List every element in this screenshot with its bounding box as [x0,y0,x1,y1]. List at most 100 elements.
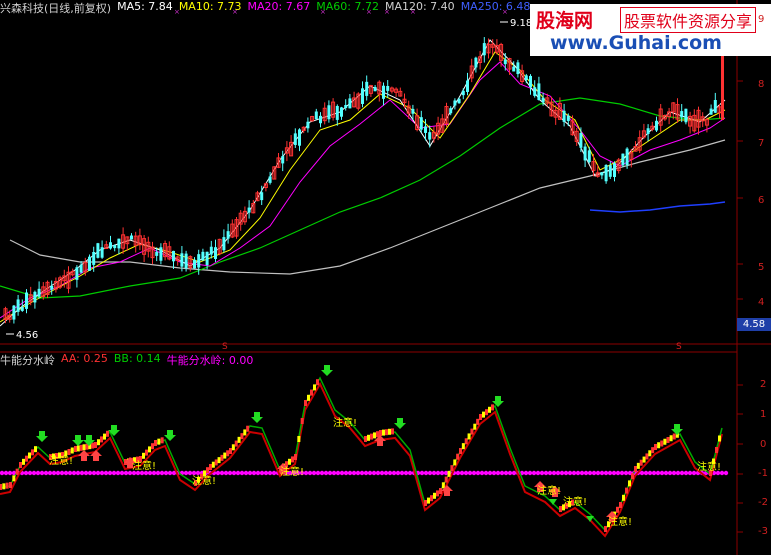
indicator-panel-header: 牛能分水岭 AA: 0.25 BB: 0.14 牛能分水岭: 0.00 [0,352,259,368]
aa-rising-segment [148,446,151,453]
candle-body-down [109,242,112,249]
candle-body-down [348,98,352,109]
aa-rising-segment [9,482,12,488]
zero-line-dot [63,470,69,476]
zero-line-dot [91,470,97,476]
aa-rising-segment [456,453,460,460]
zero-line-dot [347,470,353,476]
candle-body-down [537,83,541,101]
zero-line-dot [375,470,381,476]
zero-line-dot [427,470,433,476]
aa-rising-segment [76,445,80,452]
candle-body-down [684,108,688,123]
zero-line-dot [167,470,173,476]
zero-line-dot [115,470,121,476]
aa-rising-segment [461,443,465,450]
ma250-line [589,201,726,213]
aa-rising-segment [25,455,28,462]
zero-line-dot [351,470,357,476]
zero-line-dot [607,470,613,476]
zero-line-dot [323,470,329,476]
zero-line-dot [443,470,449,476]
aa-rising-segment [464,438,468,445]
zero-line-dot [483,470,489,476]
aa-rising-segment [444,476,448,483]
zero-line-dot [623,470,629,476]
zero-line-dot [647,470,653,476]
aa-rising-segment [237,436,241,443]
candle-body-down [12,305,16,320]
zero-line-dot [51,470,57,476]
zero-line-dot [539,470,545,476]
aa-rising-segment [645,453,649,460]
candle-body-down [214,247,217,259]
aa-rising-segment [470,428,474,435]
aa-rising-segment [243,429,247,436]
aa-rising-segment [151,443,154,450]
zero-line-dot [235,470,241,476]
zero-line-dot [615,470,621,476]
candle-body-down [533,87,537,96]
aa-rising-segment [157,438,161,445]
aa-rising-segment [223,452,227,459]
aa-rising-segment [220,454,224,461]
zero-line-dot [439,470,445,476]
candle-body-down [449,108,453,114]
caution-label: 注意! [537,484,561,497]
zero-line-dot [223,470,229,476]
zero-line-dot [603,470,609,476]
stock-title: 兴森科技(日线,前复权) [0,2,112,15]
ind-tick-1: 1 [760,409,767,420]
zero-line-dot [67,470,73,476]
aa-rising-segment [441,482,445,489]
aa-rising-segment [619,502,622,508]
aa-rising-segment [231,444,235,451]
zero-line-dot [111,470,117,476]
candle-body-down [386,85,390,91]
candle-body-down [113,245,117,249]
zero-line-dot [191,470,197,476]
zero-line-dot [667,470,673,476]
aa-rising-segment [304,400,307,406]
aa-rising-segment [28,452,31,459]
zero-line-dot [239,470,245,476]
candle-body-down [713,99,717,113]
candle-body-down [319,115,322,124]
zero-line-dot [251,470,257,476]
candle-body-down [117,238,121,249]
candle-body-down [419,117,423,130]
zero-line-dot [363,470,369,476]
aa-rising-segment [367,434,370,441]
ma5-value: MA5: 7.84 [117,0,173,13]
zero-line-dot [123,470,129,476]
zero-line-dot [687,470,693,476]
candle-body-down [298,129,301,146]
candle-body-down [361,88,364,104]
ma10-value: MA10: 7.73 [178,0,242,13]
zero-line-dot [215,470,221,476]
aa-rising-segment [291,456,294,463]
ma60-value: MA60: 7.72 [316,0,379,13]
aa-rising-segment [94,442,97,448]
zero-line-dot [679,470,685,476]
candle-body-down [562,110,566,122]
zero-line-dot [259,470,265,476]
chart-canvas[interactable]: 9.184.56SS××××××××××××注意!注意!注意!注意!注意!注意!… [0,0,771,555]
aa-rising-segment [424,500,427,506]
candle-body-down [75,267,79,280]
candle-body-down [512,66,516,72]
zero-line-dot [663,470,669,476]
zero-line-dot [23,470,29,476]
zero-line-dot [435,470,441,476]
aa-rising-segment [34,446,37,453]
aa-rising-segment [373,432,376,439]
aa-rising-segment [214,459,218,466]
zero-line-dot [387,470,393,476]
aa-rising-segment [467,433,471,440]
zero-line-dot [3,470,9,476]
sell-arrow-icon [394,418,406,429]
aa-rising-segment [307,394,310,401]
candle-body-down [293,133,297,145]
aa-rising-segment [718,435,721,442]
aa-rising-segment [642,456,646,463]
